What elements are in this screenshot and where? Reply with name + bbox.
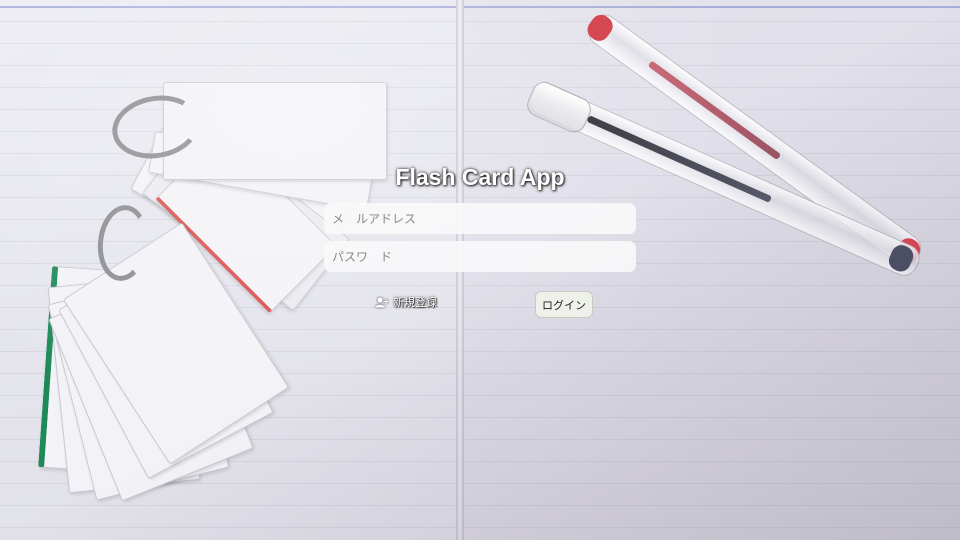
password-input[interactable]: [324, 241, 636, 272]
app-title: Flash Card App: [395, 164, 565, 190]
user-plus-icon: [375, 296, 389, 307]
login-button[interactable]: ログイン: [535, 291, 593, 318]
email-input[interactable]: [324, 203, 636, 234]
register-link[interactable]: 新規登録: [375, 294, 437, 310]
register-label: 新規登録: [393, 296, 437, 309]
